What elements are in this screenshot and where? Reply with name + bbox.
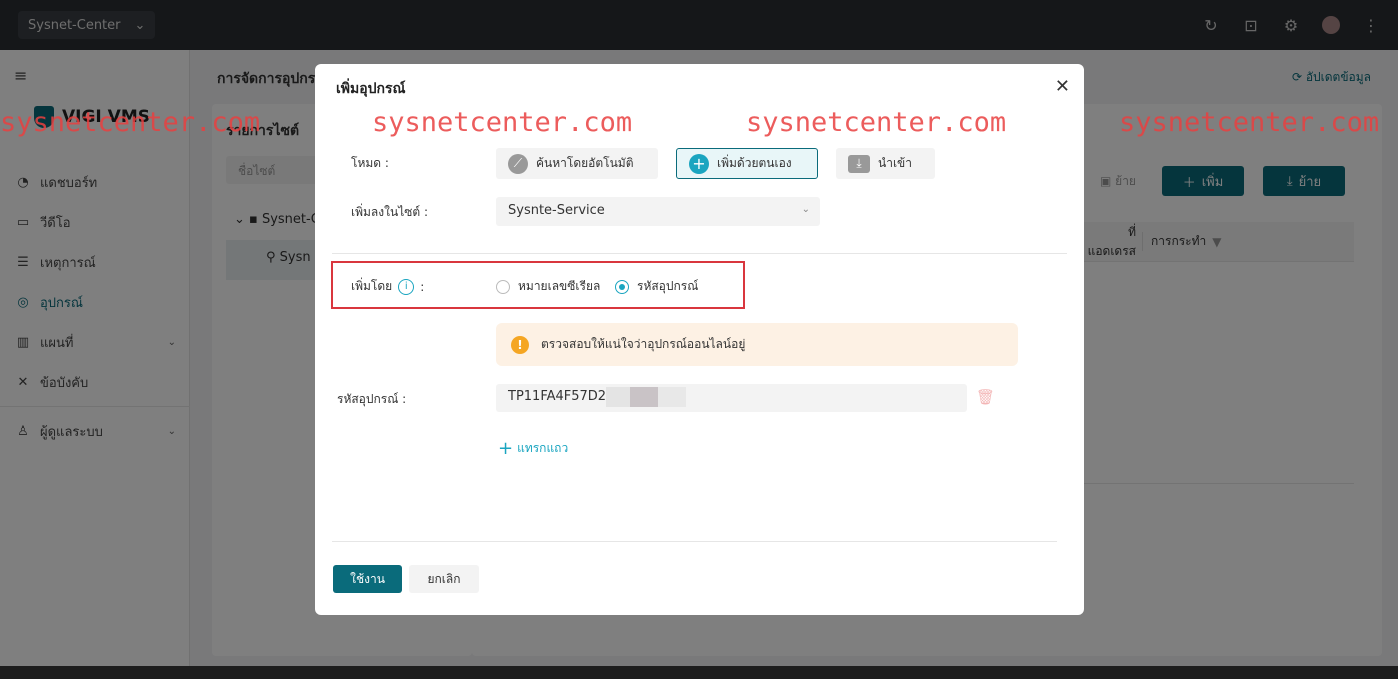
add-by-label: เพิ่มโดย i: [351,277,424,296]
insert-row-link[interactable]: + แทรกแถว [498,439,568,458]
mode-import[interactable]: ⤓ นำเข้า [836,148,935,179]
site-select[interactable]: Sysnte-Service ⌄ [496,197,820,226]
info-icon[interactable]: i [398,278,415,295]
warning-banner: ! ตรวจสอบให้แน่ใจว่าอุปกรณ์ออนไลน์อยู่ [496,323,1018,366]
trash-icon[interactable]: 🗑 [976,388,995,406]
radio-serial-label: หมายเลขซีเรียล [518,279,601,293]
redaction-block [606,387,630,407]
redaction-block [630,387,658,407]
watermark-text: sysnetcenter.com [1119,107,1380,138]
mode-auto-label: ค้นหาโดยอัตโนมัติ [536,156,634,170]
device-code-value: TP11FA4F57D21 [508,389,615,404]
divider [332,253,1067,254]
radio-code-label: รหัสอุปกรณ์ [637,279,699,293]
radio-code-dot[interactable] [615,279,629,294]
site-select-value: Sysnte-Service [508,203,605,218]
compass-icon: ⟋ [508,153,528,174]
chevron-down-icon: ⌄ [801,204,810,215]
footer-divider [332,541,1057,542]
os-taskbar [0,666,1398,679]
site-label: เพิ่มลงในไซต์ : [351,205,429,219]
import-icon: ⤓ [848,154,870,173]
mode-manual-label: เพิ่มด้วยตนเอง [717,156,792,170]
watermark-text: sysnetcenter.com [372,107,633,138]
device-code-label: รหัสอุปกรณ์ : [337,392,407,406]
device-code-input[interactable]: TP11FA4F57D21 [496,384,967,412]
add-by-colon: : [420,279,425,294]
plus-icon: + [498,437,514,459]
watermark-text: sysnetcenter.com [0,107,261,138]
add-by-label-text: เพิ่มโดย [351,279,393,293]
mode-import-label: นำเข้า [878,156,912,170]
cancel-button[interactable]: ยกเลิก [409,565,479,593]
warning-icon: ! [511,335,529,354]
radio-serial-dot[interactable] [496,279,510,294]
close-icon[interactable]: ✕ [1055,76,1070,97]
radio-device-code[interactable]: รหัสอุปกรณ์ [615,277,698,296]
warning-text: ตรวจสอบให้แน่ใจว่าอุปกรณ์ออนไลน์อยู่ [541,337,746,351]
mode-label: โหมด : [351,156,389,170]
add-device-dialog: เพิ่มอุปกรณ์ ✕ โหมด : ⟋ ค้นหาโดยอัตโนมัติ… [315,64,1084,615]
mode-manual-add[interactable]: + เพิ่มด้วยตนเอง [676,148,818,179]
watermark-text: sysnetcenter.com [746,107,1007,138]
redaction-block [658,387,686,407]
radio-serial-number[interactable]: หมายเลขซีเรียล [496,277,600,296]
insert-row-label: แทรกแถว [517,441,569,455]
mode-auto-discover[interactable]: ⟋ ค้นหาโดยอัตโนมัติ [496,148,658,179]
apply-button[interactable]: ใช้งาน [333,565,402,593]
plus-circle-icon: + [689,153,709,174]
dialog-title: เพิ่มอุปกรณ์ [336,81,406,97]
